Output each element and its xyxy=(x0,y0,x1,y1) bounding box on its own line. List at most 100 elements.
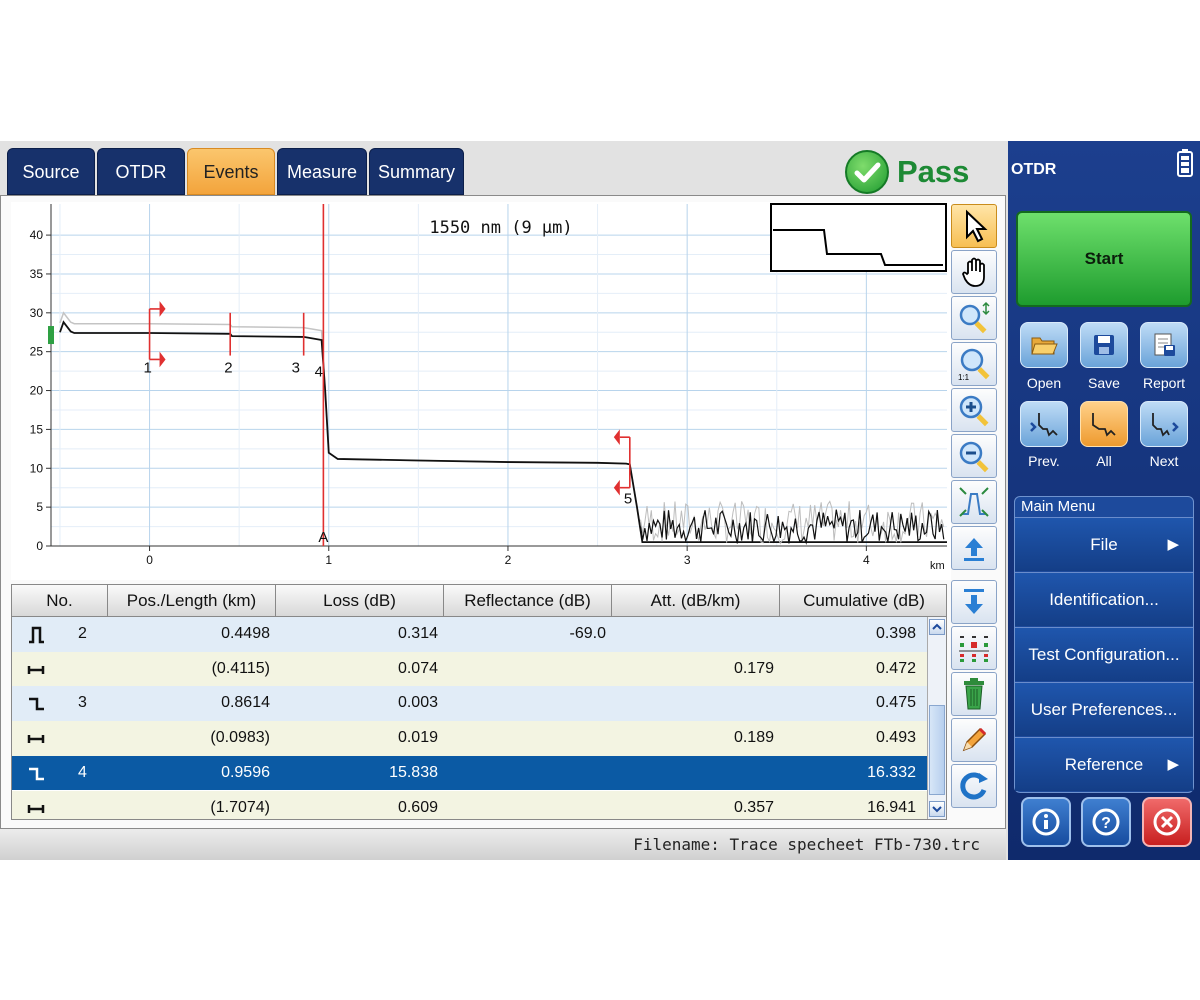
zoom-area-button[interactable] xyxy=(951,296,997,340)
x-tick-label: 1 xyxy=(325,553,332,567)
col-header-cumulative[interactable]: Cumulative (dB) xyxy=(780,585,946,617)
select-tool-button[interactable] xyxy=(951,204,997,248)
overview-thumbnail[interactable] xyxy=(770,203,947,272)
folder-open-icon xyxy=(1031,337,1058,355)
info-icon xyxy=(1032,808,1060,836)
table-row[interactable]: (1.7074) 0.609 0.357 16.941 xyxy=(12,790,930,819)
menu-item-test-configuration[interactable]: Test Configuration... xyxy=(1015,627,1193,681)
event-marker-line[interactable] xyxy=(619,436,631,489)
menu-item-user-preferences[interactable]: User Preferences... xyxy=(1015,682,1193,736)
event-list-icon xyxy=(959,636,989,662)
event-table: No. Pos./Length (km) Loss (dB) Reflectan… xyxy=(11,584,947,820)
edit-event-button[interactable] xyxy=(951,718,997,762)
otdr-app-window: Source OTDR Events Measure Summary Pass … xyxy=(0,141,1200,860)
floppy-disk-icon xyxy=(1094,335,1114,355)
scroll-down-button[interactable] xyxy=(951,580,997,624)
chevron-down-icon xyxy=(932,806,942,813)
table-scrollbar[interactable] xyxy=(927,617,946,819)
col-header-attenuation[interactable]: Att. (dB/km) xyxy=(612,585,780,617)
event-marker-label: 3 xyxy=(292,360,300,377)
checkmark-icon xyxy=(845,150,889,194)
help-icon: ? xyxy=(1092,808,1120,836)
attenuation-cell: 0.357 xyxy=(733,798,774,816)
tab-otdr[interactable]: OTDR xyxy=(97,148,185,195)
table-row[interactable]: 2 0.4498 0.314 -69.0 0.398 xyxy=(12,617,930,652)
loss-cell: 0.003 xyxy=(397,694,438,712)
menu-item-file[interactable]: File ▶ xyxy=(1015,517,1193,571)
x-tick-label: 2 xyxy=(505,553,512,567)
all-label: All xyxy=(1096,453,1112,469)
open-button[interactable] xyxy=(1020,322,1068,368)
triangle-right-icon: ▶ xyxy=(1167,536,1179,553)
otdr-trace-graph[interactable]: 0 5 10 15 20 25 30 35 40 01234 12345A 1550 nm (9… xyxy=(11,202,951,580)
save-button[interactable] xyxy=(1080,322,1128,368)
fiber-section-icon xyxy=(26,659,48,681)
zoom-in-icon xyxy=(959,395,989,427)
help-button[interactable]: ? xyxy=(1081,797,1131,847)
table-row[interactable]: (0.4115) 0.074 0.179 0.472 xyxy=(12,651,930,687)
scroll-down-arrow[interactable] xyxy=(929,801,945,817)
refresh-analysis-button[interactable] xyxy=(951,764,997,808)
col-header-position[interactable]: Pos./Length (km) xyxy=(108,585,276,617)
pencil-icon xyxy=(962,727,987,752)
refresh-icon xyxy=(960,772,988,800)
position-cell: 0.8614 xyxy=(221,694,270,712)
attenuation-cell: 0.179 xyxy=(733,659,774,677)
all-button[interactable] xyxy=(1080,401,1128,447)
tab-events[interactable]: Events xyxy=(187,148,275,195)
event-table-options-button[interactable] xyxy=(951,626,997,670)
zoom-out-button[interactable] xyxy=(951,434,997,478)
y-tick-label: 10 xyxy=(30,461,44,475)
delete-event-button[interactable] xyxy=(951,672,997,716)
events-panel: 0 5 10 15 20 25 30 35 40 01234 12345A 1550 nm (9… xyxy=(0,195,1006,829)
reflective-event-icon xyxy=(26,624,48,646)
report-icon xyxy=(1154,333,1175,356)
scroll-up-arrow[interactable] xyxy=(929,619,945,635)
close-button[interactable] xyxy=(1142,797,1192,847)
col-header-reflectance[interactable]: Reflectance (dB) xyxy=(444,585,612,617)
fit-pulse-icon xyxy=(959,487,989,517)
scroll-thumb[interactable] xyxy=(929,705,945,795)
start-button[interactable]: Start xyxy=(1016,211,1192,307)
trace-series xyxy=(48,311,947,545)
event-marker-label: 5 xyxy=(624,490,632,507)
arrow-up-icon xyxy=(964,538,984,561)
table-row[interactable]: (0.0983) 0.019 0.189 0.493 xyxy=(12,721,930,756)
zoom-in-button[interactable] xyxy=(951,388,997,432)
fit-trace-button[interactable] xyxy=(951,480,997,524)
report-label: Report xyxy=(1142,375,1186,391)
battery-icon xyxy=(1176,149,1194,182)
event-marker-label: 2 xyxy=(224,360,232,377)
y-tick-label: 5 xyxy=(36,500,43,514)
launch-marker[interactable] xyxy=(48,326,54,345)
tab-measure[interactable]: Measure xyxy=(277,148,367,195)
event-number-cell: 3 xyxy=(78,694,87,712)
tab-summary[interactable]: Summary xyxy=(369,148,464,195)
tab-source[interactable]: Source xyxy=(7,148,95,195)
position-cell: (0.0983) xyxy=(210,729,270,747)
zoom-out-icon xyxy=(959,441,989,473)
y-tick-label: 0 xyxy=(36,539,43,553)
fiber-section-icon xyxy=(26,728,48,750)
table-row[interactable]: 3 0.8614 0.003 0.475 xyxy=(12,686,930,722)
next-button[interactable] xyxy=(1140,401,1188,447)
report-button[interactable] xyxy=(1140,322,1188,368)
menu-item-reference[interactable]: Reference ▶ xyxy=(1015,737,1193,791)
pan-tool-button[interactable] xyxy=(951,250,997,294)
scroll-up-button[interactable] xyxy=(951,526,997,570)
trace-previous-icon xyxy=(1030,413,1058,437)
pass-status: Pass xyxy=(845,149,969,195)
info-button[interactable] xyxy=(1021,797,1071,847)
cumulative-cell: 0.493 xyxy=(875,729,916,747)
x-tick-label: 3 xyxy=(684,553,691,567)
zoom-reset-button[interactable]: 1:1 xyxy=(951,342,997,386)
col-header-no[interactable]: No. xyxy=(12,585,108,617)
table-row[interactable]: 4 0.9596 15.838 16.332 xyxy=(12,755,930,791)
menu-item-identification[interactable]: Identification... xyxy=(1015,572,1193,626)
previous-button[interactable] xyxy=(1020,401,1068,447)
col-header-loss[interactable]: Loss (dB) xyxy=(276,585,444,617)
y-tick-label: 25 xyxy=(30,345,44,359)
y-axis: 0 5 10 15 20 25 30 35 40 xyxy=(30,204,52,553)
trace-plot[interactable]: 0510152025303540 01234 1 2 3 45A 1550 nm (9… xyxy=(11,202,951,580)
right-sidebar: OTDR Start Open Save Report Prev. All Ne… xyxy=(1008,141,1200,860)
